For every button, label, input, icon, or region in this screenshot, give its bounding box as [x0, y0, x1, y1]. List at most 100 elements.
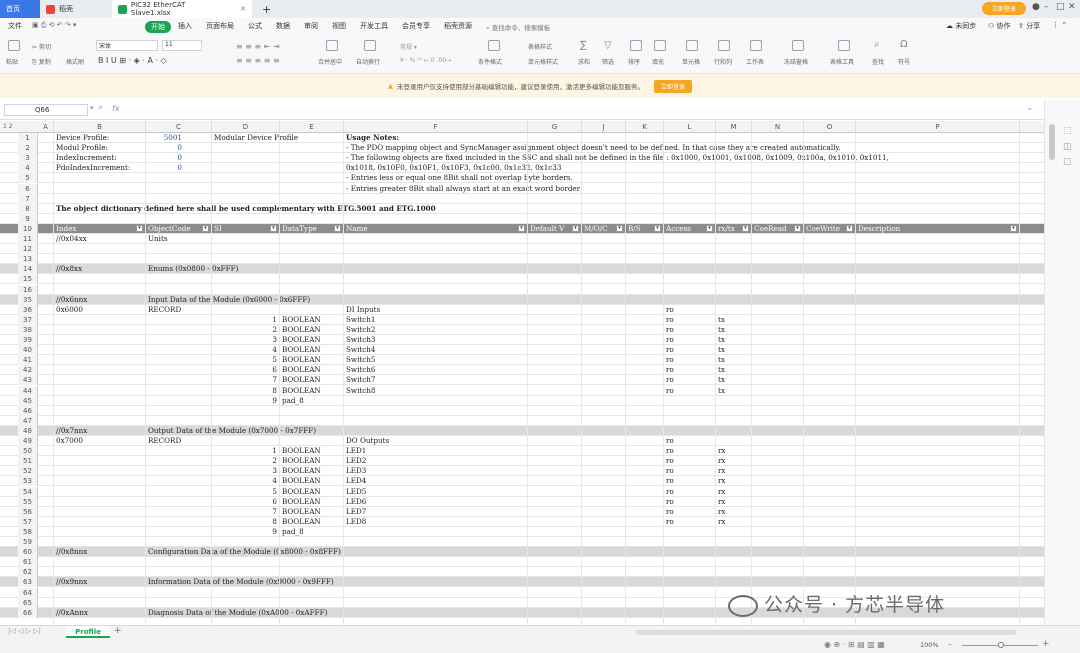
cell-d-40[interactable]: 4 — [212, 345, 277, 355]
cell-b-66[interactable]: //0xAnnx — [56, 608, 88, 618]
row-header[interactable]: 36 — [18, 304, 38, 315]
column-header[interactable]: O — [804, 121, 856, 133]
cell-e-41[interactable]: BOOLEAN — [282, 355, 321, 365]
cell-e-10[interactable]: DataType — [282, 224, 317, 234]
row-header[interactable]: 11 — [18, 234, 38, 245]
column-header[interactable]: G — [528, 121, 582, 133]
cell-b-2[interactable]: Modul Profile: — [56, 143, 108, 153]
row-header[interactable]: 42 — [18, 365, 38, 376]
cell-d-51[interactable]: 2 — [212, 456, 277, 466]
cell-f-50[interactable]: LED1 — [346, 446, 366, 456]
cell-b-60[interactable]: //0x8nnx — [56, 547, 87, 557]
table-tools-icon[interactable] — [838, 40, 850, 51]
row-header[interactable]: 6 — [18, 183, 38, 194]
column-header[interactable]: J — [582, 121, 626, 133]
cell-f-38[interactable]: Switch2 — [346, 325, 376, 335]
cell-f-10[interactable]: Name — [346, 224, 368, 234]
cell-e-39[interactable]: BOOLEAN — [282, 335, 321, 345]
filter-dropdown-icon[interactable]: ▾ — [1010, 224, 1017, 232]
menu-formula[interactable]: 公式 — [248, 21, 262, 31]
cell-d-54[interactable]: 5 — [212, 487, 277, 497]
cell-l-52[interactable]: ro — [666, 466, 674, 476]
cell-f-36[interactable]: DI Inputs — [346, 305, 380, 315]
cell-m-55[interactable]: rx — [718, 497, 726, 507]
cell-e-40[interactable]: BOOLEAN — [282, 345, 321, 355]
row-header[interactable]: 59 — [18, 537, 38, 548]
collab-button[interactable]: ⚇ 协作 — [988, 21, 1011, 31]
filter-dropdown-icon[interactable]: ▾ — [136, 224, 143, 232]
maximize-icon[interactable]: □ — [1056, 2, 1065, 12]
sum-icon[interactable]: ∑ — [580, 40, 587, 51]
cell-l-54[interactable]: ro — [666, 487, 674, 497]
row-header[interactable]: 41 — [18, 355, 38, 366]
cell-l-56[interactable]: ro — [666, 507, 674, 517]
cell-d-56[interactable]: 7 — [212, 507, 277, 517]
side-style-icon[interactable]: ◫ — [1063, 142, 1072, 152]
number-format[interactable]: 常规 ▾ — [400, 42, 417, 51]
filter-dropdown-icon[interactable]: ▾ — [518, 224, 525, 232]
sheet-nav-icons[interactable]: |◁ ◁ ▷ ▷| — [8, 627, 41, 635]
close-icon[interactable]: ✕ — [240, 5, 246, 13]
row-header[interactable]: 46 — [18, 405, 38, 416]
row-header[interactable]: 61 — [18, 557, 38, 568]
cell-m-56[interactable]: rx — [718, 507, 726, 517]
menu-member[interactable]: 会员专享 — [402, 21, 430, 31]
cell-e-57[interactable]: BOOLEAN — [282, 517, 321, 527]
cell-m-57[interactable]: rx — [718, 517, 726, 527]
cell-j-10[interactable]: M/O/C — [584, 224, 608, 234]
row-header[interactable]: 2 — [18, 143, 38, 154]
cell-e-58[interactable]: pad_8 — [282, 527, 304, 537]
row-header[interactable]: 58 — [18, 526, 38, 537]
row-header[interactable]: 50 — [18, 446, 38, 457]
cell-e-52[interactable]: BOOLEAN — [282, 466, 321, 476]
tab-document[interactable]: PIC32 EtherCAT Slave1.xlsx ✕ — [112, 0, 252, 18]
wrap-icon[interactable] — [364, 40, 376, 51]
menu-page-layout[interactable]: 页面布局 — [206, 21, 234, 31]
cell-k-10[interactable]: B/S — [628, 224, 641, 234]
filter-dropdown-icon[interactable]: ▾ — [794, 224, 801, 232]
row-header[interactable]: 66 — [18, 607, 38, 618]
cell-d-58[interactable]: 9 — [212, 527, 277, 537]
row-header[interactable]: 35 — [18, 294, 38, 305]
cell-l-44[interactable]: ro — [666, 386, 674, 396]
paste-icon[interactable] — [8, 40, 20, 51]
cell-c-49[interactable]: RECORD — [148, 436, 181, 446]
column-header[interactable]: F — [344, 121, 528, 133]
row-header[interactable]: 3 — [18, 153, 38, 164]
column-header[interactable]: B — [54, 121, 146, 133]
filter-dropdown-icon[interactable]: ▾ — [706, 224, 713, 232]
filter-dropdown-icon[interactable]: ▾ — [846, 224, 853, 232]
cell-m-44[interactable]: tx — [718, 386, 725, 396]
filter-icon[interactable]: ▽ — [604, 40, 612, 51]
filter-dropdown-icon[interactable]: ▾ — [270, 224, 277, 232]
outline-level-buttons[interactable]: 1 2 — [0, 121, 38, 133]
cell-f-55[interactable]: LED6 — [346, 497, 366, 507]
column-header[interactable]: C — [146, 121, 212, 133]
cell-e-45[interactable]: pad_8 — [282, 396, 304, 406]
sort-icon[interactable] — [630, 40, 642, 51]
menu-data[interactable]: 数据 — [276, 21, 290, 31]
copy-button[interactable]: ⎘ 复制 — [32, 57, 51, 67]
menu-view[interactable]: 视图 — [332, 21, 346, 31]
cell-b-8[interactable]: The object dictionary defined here shall… — [56, 204, 436, 214]
cell-f-3[interactable]: - The following objects are fixed includ… — [346, 153, 889, 163]
tab-home[interactable]: 首页 — [0, 0, 40, 18]
tab-daoke[interactable]: 稻壳 — [40, 0, 110, 18]
format-painter-label[interactable]: 格式刷 — [66, 57, 84, 66]
row-header[interactable]: 45 — [18, 395, 38, 406]
row-header[interactable]: 15 — [18, 274, 38, 285]
column-header[interactable]: A — [38, 121, 54, 133]
table-style-label[interactable]: 表格样式 — [528, 42, 552, 51]
cell-d-42[interactable]: 6 — [212, 365, 277, 375]
row-header[interactable]: 1 — [18, 133, 38, 144]
row-header[interactable]: 65 — [18, 597, 38, 608]
column-header[interactable]: E — [280, 121, 344, 133]
cell-d-55[interactable]: 6 — [212, 497, 277, 507]
minimize-icon[interactable]: – — [1044, 2, 1049, 12]
cell-e-54[interactable]: BOOLEAN — [282, 487, 321, 497]
cell-f-51[interactable]: LED2 — [346, 456, 366, 466]
row-header[interactable]: 49 — [18, 436, 38, 447]
command-search[interactable]: ⌕ 查找命令、搜索模板 — [486, 22, 550, 33]
cell-l-42[interactable]: ro — [666, 365, 674, 375]
cond-format-icon[interactable] — [488, 40, 500, 51]
